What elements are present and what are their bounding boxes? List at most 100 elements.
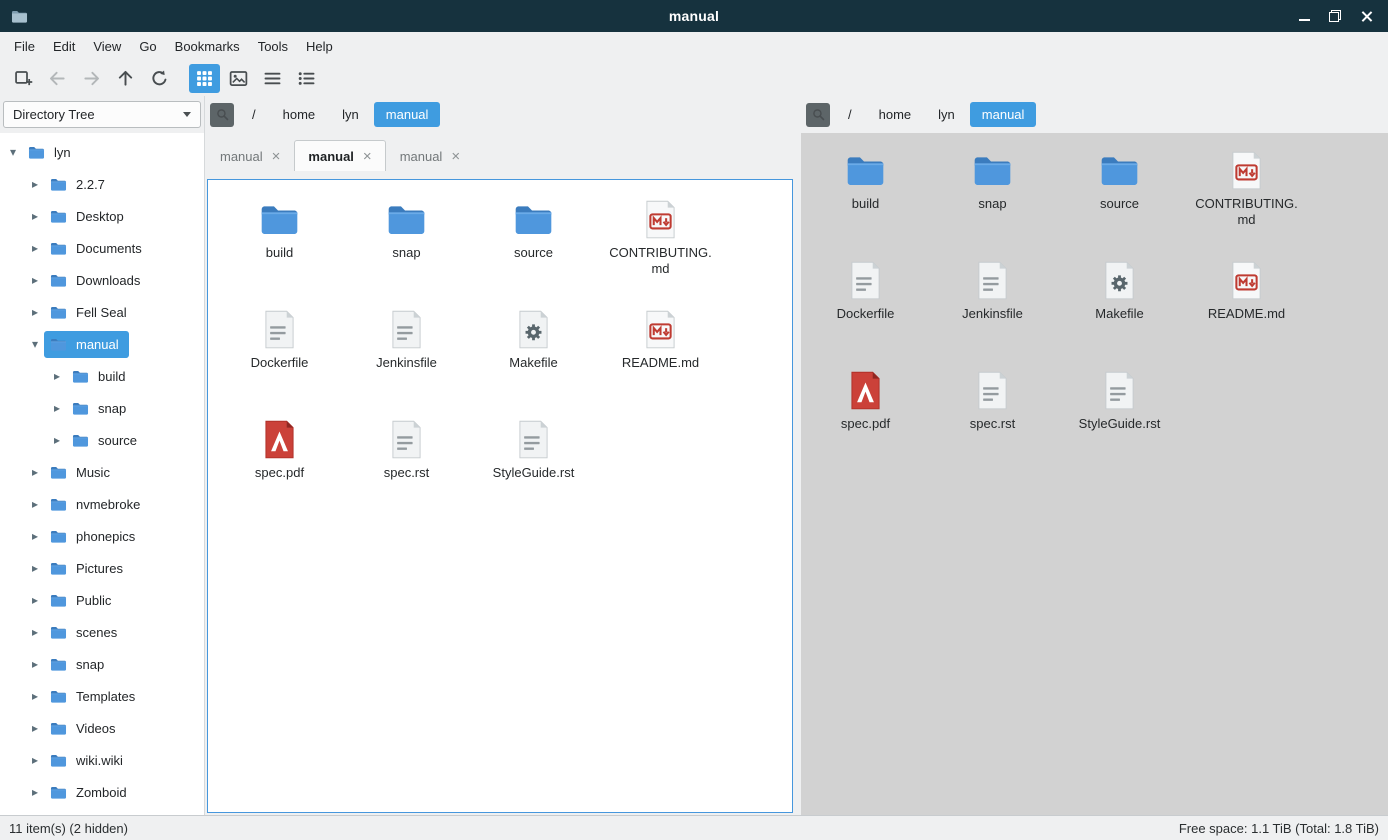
file-makefile[interactable]: Makefile xyxy=(470,302,597,412)
icon-view-button[interactable] xyxy=(189,64,220,93)
file-spec-rst[interactable]: spec.rst xyxy=(929,363,1056,473)
tree-row-scenes[interactable]: ▸scenes xyxy=(0,616,204,648)
expander-collapsed-icon[interactable]: ▸ xyxy=(28,625,42,639)
right-file-view[interactable]: buildsnapsourceCONTRIBUTING.md Dockerfile… xyxy=(801,133,1388,815)
tree-row-snap[interactable]: ▸snap xyxy=(0,392,204,424)
breadcrumb-manual[interactable]: manual xyxy=(374,102,441,127)
tab-close-icon[interactable]: × xyxy=(451,149,460,164)
sidebar-mode-select[interactable]: Directory Tree xyxy=(3,101,201,128)
tree-row-public[interactable]: ▸Public xyxy=(0,584,204,616)
expander-collapsed-icon[interactable]: ▸ xyxy=(28,305,42,319)
expander-collapsed-icon[interactable]: ▸ xyxy=(28,561,42,575)
menu-go[interactable]: Go xyxy=(130,34,165,59)
breadcrumb-lyn[interactable]: lyn xyxy=(330,102,371,127)
menu-view[interactable]: View xyxy=(84,34,130,59)
expander-expanded-icon[interactable]: ▾ xyxy=(6,145,20,159)
file-snap[interactable]: snap xyxy=(343,192,470,302)
breadcrumb-root[interactable]: / xyxy=(240,102,268,127)
file-jenkinsfile[interactable]: Jenkinsfile xyxy=(343,302,470,412)
compact-view-button[interactable] xyxy=(257,64,288,93)
go-back-button[interactable] xyxy=(42,64,73,93)
tree-row-fell-seal[interactable]: ▸Fell Seal xyxy=(0,296,204,328)
tree-row-videos[interactable]: ▸Videos xyxy=(0,712,204,744)
expander-collapsed-icon[interactable]: ▸ xyxy=(28,177,42,191)
go-forward-button[interactable] xyxy=(76,64,107,93)
tree-row-snap[interactable]: ▸snap xyxy=(0,648,204,680)
tree-row-source[interactable]: ▸source xyxy=(0,424,204,456)
tree-row-pictures[interactable]: ▸Pictures xyxy=(0,552,204,584)
expander-collapsed-icon[interactable]: ▸ xyxy=(28,209,42,223)
breadcrumb-manual[interactable]: manual xyxy=(970,102,1037,127)
tree-row-nvmebroke[interactable]: ▸nvmebroke xyxy=(0,488,204,520)
file-jenkinsfile[interactable]: Jenkinsfile xyxy=(929,253,1056,363)
menu-bookmarks[interactable]: Bookmarks xyxy=(166,34,249,59)
tree-row-desktop[interactable]: ▸Desktop xyxy=(0,200,204,232)
go-up-button[interactable] xyxy=(110,64,141,93)
tree-row-wiki-wiki[interactable]: ▸wiki.wiki xyxy=(0,744,204,776)
file-spec-rst[interactable]: spec.rst xyxy=(343,412,470,522)
tree-row-manual[interactable]: ▾manual xyxy=(0,328,204,360)
file-contributing-md[interactable]: CONTRIBUTING.md xyxy=(1183,143,1310,253)
expander-collapsed-icon[interactable]: ▸ xyxy=(28,465,42,479)
file-spec-pdf[interactable]: spec.pdf xyxy=(802,363,929,473)
file-styleguide-rst[interactable]: StyleGuide.rst xyxy=(470,412,597,522)
close-button[interactable] xyxy=(1360,10,1373,23)
left-file-view[interactable]: buildsnapsourceCONTRIBUTING.md Dockerfile… xyxy=(207,179,793,813)
expander-collapsed-icon[interactable]: ▸ xyxy=(28,273,42,287)
tree-row-build[interactable]: ▸build xyxy=(0,360,204,392)
breadcrumb-lyn[interactable]: lyn xyxy=(926,102,967,127)
expander-collapsed-icon[interactable]: ▸ xyxy=(28,785,42,799)
expander-collapsed-icon[interactable]: ▸ xyxy=(28,721,42,735)
expander-collapsed-icon[interactable]: ▸ xyxy=(28,657,42,671)
tree-row-music[interactable]: ▸Music xyxy=(0,456,204,488)
file-spec-pdf[interactable]: spec.pdf xyxy=(216,412,343,522)
file-dockerfile[interactable]: Dockerfile xyxy=(802,253,929,363)
detailed-view-button[interactable] xyxy=(291,64,322,93)
menu-help[interactable]: Help xyxy=(297,34,342,59)
file-styleguide-rst[interactable]: StyleGuide.rst xyxy=(1056,363,1183,473)
file-source[interactable]: source xyxy=(1056,143,1183,253)
expander-collapsed-icon[interactable]: ▸ xyxy=(28,529,42,543)
breadcrumb-home[interactable]: home xyxy=(271,102,328,127)
menu-edit[interactable]: Edit xyxy=(44,34,84,59)
breadcrumb-home[interactable]: home xyxy=(867,102,924,127)
expander-collapsed-icon[interactable]: ▸ xyxy=(50,401,64,415)
file-snap[interactable]: snap xyxy=(929,143,1056,253)
edit-path-button[interactable] xyxy=(210,103,234,127)
new-tab-button[interactable] xyxy=(8,64,39,93)
tree-row-documents[interactable]: ▸Documents xyxy=(0,232,204,264)
expander-collapsed-icon[interactable]: ▸ xyxy=(50,433,64,447)
expander-expanded-icon[interactable]: ▾ xyxy=(28,337,42,351)
tree-row-downloads[interactable]: ▸Downloads xyxy=(0,264,204,296)
file-build[interactable]: build xyxy=(802,143,929,253)
file-makefile[interactable]: Makefile xyxy=(1056,253,1183,363)
file-source[interactable]: source xyxy=(470,192,597,302)
expander-collapsed-icon[interactable]: ▸ xyxy=(28,689,42,703)
tree-row-templates[interactable]: ▸Templates xyxy=(0,680,204,712)
file-readme-md[interactable]: README.md xyxy=(597,302,724,412)
expander-collapsed-icon[interactable]: ▸ xyxy=(50,369,64,383)
expander-collapsed-icon[interactable]: ▸ xyxy=(28,241,42,255)
reload-button[interactable] xyxy=(144,64,175,93)
tree-row-phonepics[interactable]: ▸phonepics xyxy=(0,520,204,552)
tree-row-lyn[interactable]: ▾lyn xyxy=(0,136,204,168)
tab-close-icon[interactable]: × xyxy=(363,149,372,164)
expander-collapsed-icon[interactable]: ▸ xyxy=(28,497,42,511)
tree-row-zomboid[interactable]: ▸Zomboid xyxy=(0,776,204,808)
menu-tools[interactable]: Tools xyxy=(249,34,297,59)
breadcrumb-root[interactable]: / xyxy=(836,102,864,127)
file-dockerfile[interactable]: Dockerfile xyxy=(216,302,343,412)
tab-close-icon[interactable]: × xyxy=(272,149,281,164)
edit-path-button[interactable] xyxy=(806,103,830,127)
restore-button[interactable] xyxy=(1329,10,1341,22)
thumbnail-view-button[interactable] xyxy=(223,64,254,93)
tab-manual[interactable]: manual× xyxy=(386,140,474,171)
file-build[interactable]: build xyxy=(216,192,343,302)
tab-manual[interactable]: manual× xyxy=(206,140,294,171)
expander-collapsed-icon[interactable]: ▸ xyxy=(28,753,42,767)
file-readme-md[interactable]: README.md xyxy=(1183,253,1310,363)
expander-collapsed-icon[interactable]: ▸ xyxy=(28,593,42,607)
file-contributing-md[interactable]: CONTRIBUTING.md xyxy=(597,192,724,302)
tree-row-2-2-7[interactable]: ▸2.2.7 xyxy=(0,168,204,200)
menu-file[interactable]: File xyxy=(5,34,44,59)
